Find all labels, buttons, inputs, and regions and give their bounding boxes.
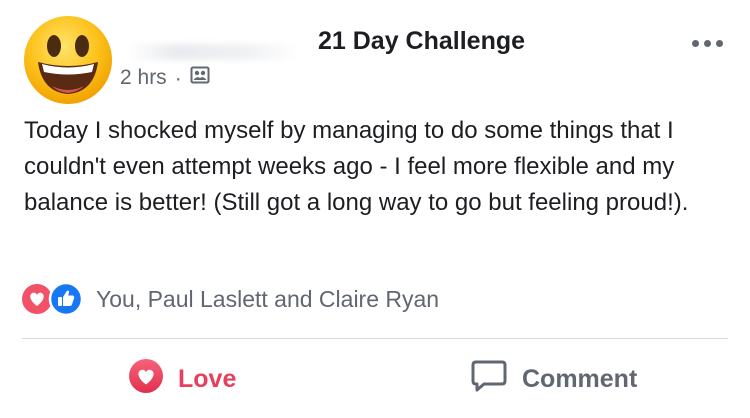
reaction-icons	[20, 282, 96, 316]
more-options-icon[interactable]	[686, 32, 728, 54]
more-dot	[691, 39, 699, 47]
grinning-face-avatar-icon[interactable]	[22, 14, 114, 106]
post-meta: 2 hrs ·	[120, 65, 210, 91]
post-body-text: Today I shocked myself by managing to do…	[24, 117, 689, 216]
reactions-summary[interactable]: You, Paul Laslett and Claire Ryan	[20, 282, 439, 316]
group-audience-icon	[190, 65, 210, 91]
more-dot	[715, 39, 723, 47]
love-icon	[128, 358, 164, 401]
comment-icon	[470, 358, 508, 401]
like-reaction-icon	[48, 282, 84, 316]
post-card: 21 Day Challenge 2 hrs · Today I shocked…	[0, 0, 750, 418]
divider	[22, 338, 728, 339]
comment-button[interactable]: Comment	[470, 357, 637, 401]
reaction-names[interactable]: You, Paul Laslett and Claire Ryan	[96, 286, 439, 313]
comment-label: Comment	[522, 364, 638, 393]
meta-separator: ·	[174, 66, 182, 90]
love-label: Love	[178, 364, 237, 393]
love-button[interactable]: Love	[128, 357, 236, 401]
group-name-link[interactable]: 21 Day Challenge	[318, 27, 525, 56]
author-name-blurred	[126, 44, 298, 60]
more-dot	[703, 39, 711, 47]
post-timestamp[interactable]: 2 hrs	[120, 66, 167, 90]
